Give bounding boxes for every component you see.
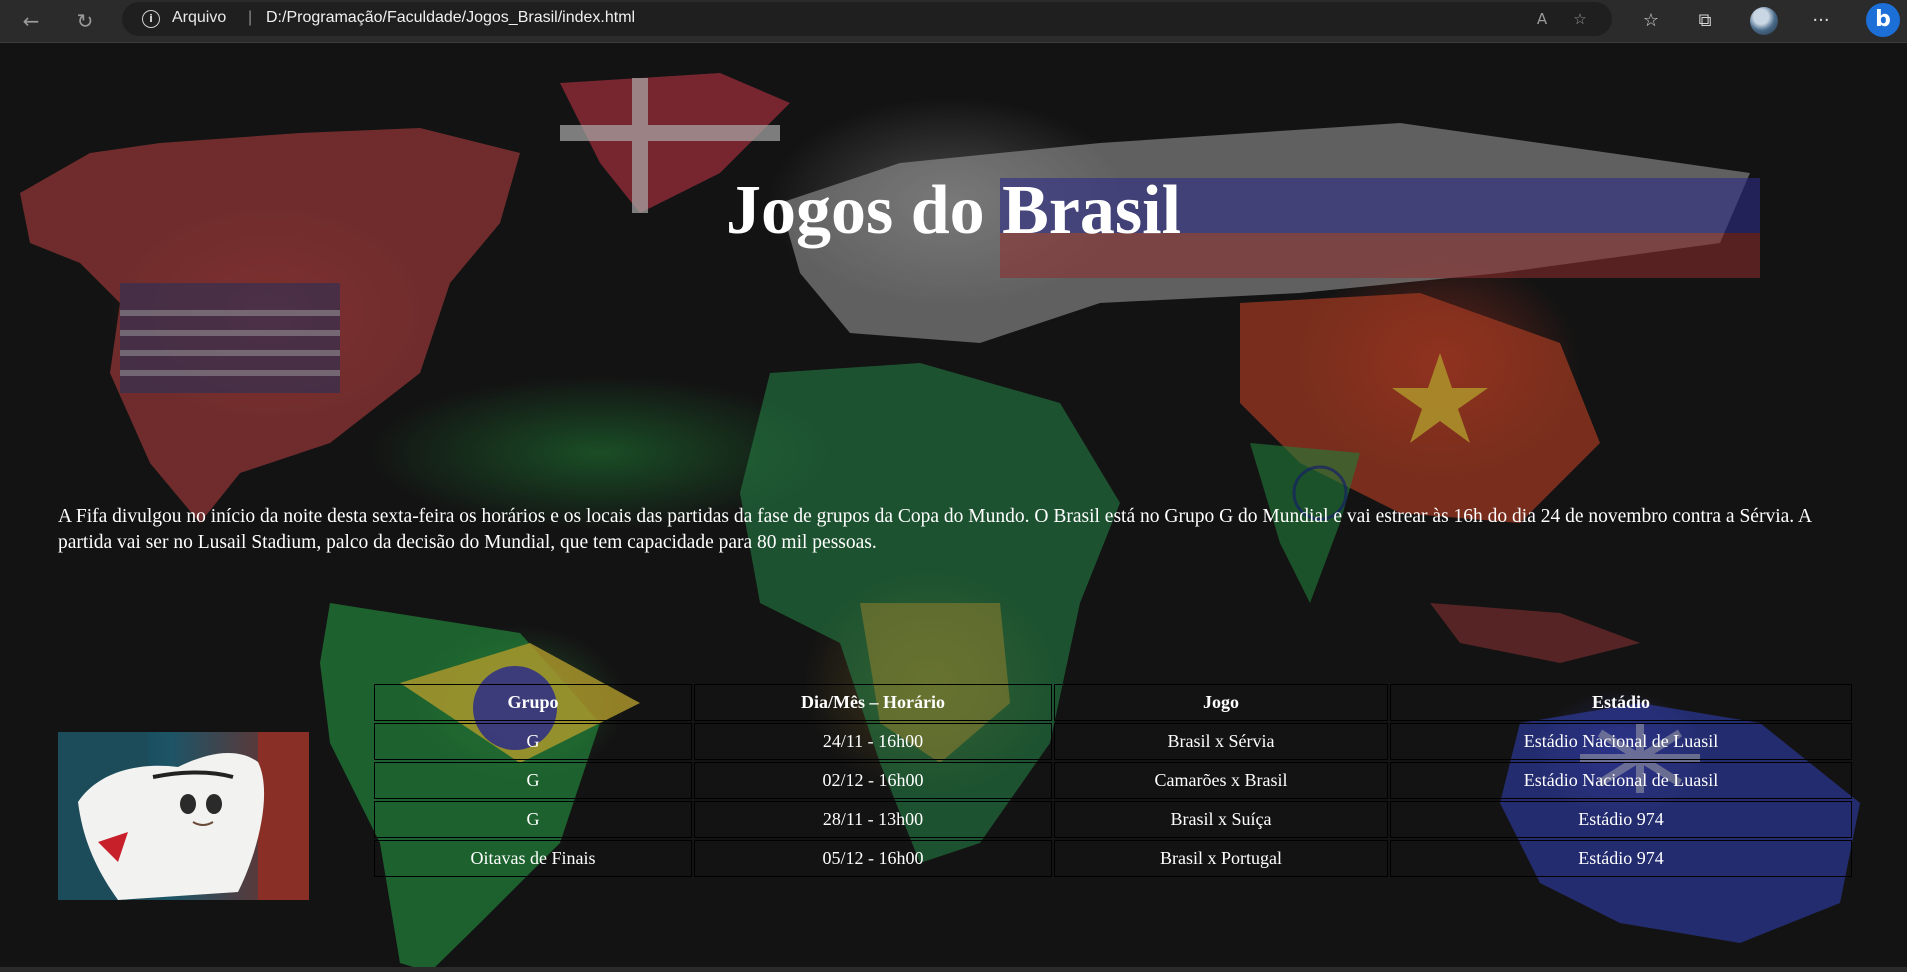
page-body: Jogos do Brasil A Fifa divulgou no iníci… bbox=[0, 43, 1907, 972]
profile-avatar[interactable] bbox=[1750, 7, 1778, 35]
table-row: G 24/11 - 16h00 Brasil x Sérvia Estádio … bbox=[374, 723, 1852, 760]
collections-icon[interactable]: ⧉ bbox=[1690, 6, 1720, 36]
cell-jogo: Brasil x Portugal bbox=[1054, 840, 1388, 877]
cell-dia-horario: 02/12 - 16h00 bbox=[694, 762, 1052, 799]
address-separator: | bbox=[248, 9, 253, 26]
header-dia-mes-horario: Dia/Mês – Horário bbox=[694, 684, 1052, 721]
header-estadio: Estádio bbox=[1390, 684, 1852, 721]
cell-grupo: Oitavas de Finais bbox=[374, 840, 692, 877]
table-header-row: Grupo Dia/Mês – Horário Jogo Estádio bbox=[374, 684, 1852, 721]
refresh-icon[interactable]: ↻ bbox=[70, 6, 100, 36]
page-title: Jogos do Brasil bbox=[725, 172, 1182, 249]
cell-estadio: Estádio 974 bbox=[1390, 801, 1852, 838]
address-bar[interactable]: i Arquivo | D:/Programação/Faculdade/Jog… bbox=[122, 2, 1612, 36]
back-arrow-icon[interactable]: ← bbox=[16, 6, 46, 36]
favorites-icon[interactable]: ☆ bbox=[1636, 6, 1666, 36]
cell-estadio: Estádio 974 bbox=[1390, 840, 1852, 877]
cell-estadio: Estádio Nacional de Luasil bbox=[1390, 762, 1852, 799]
cell-estadio: Estádio Nacional de Luasil bbox=[1390, 723, 1852, 760]
read-aloud-icon[interactable]: A bbox=[1530, 7, 1554, 31]
table-row: G 28/11 - 13h00 Brasil x Suíça Estádio 9… bbox=[374, 801, 1852, 838]
add-favorite-icon[interactable]: ☆ bbox=[1568, 7, 1592, 31]
intro-paragraph: A Fifa divulgou no início da noite desta… bbox=[58, 506, 1811, 553]
bing-icon[interactable]: b bbox=[1866, 3, 1900, 37]
table-row: G 02/12 - 16h00 Camarões x Brasil Estádi… bbox=[374, 762, 1852, 799]
site-scheme-label: Arquivo bbox=[172, 9, 227, 26]
cell-jogo: Brasil x Suíça bbox=[1054, 801, 1388, 838]
header-jogo: Jogo bbox=[1054, 684, 1388, 721]
cell-jogo: Camarões x Brasil bbox=[1054, 762, 1388, 799]
cell-grupo: G bbox=[374, 723, 692, 760]
header-grupo: Grupo bbox=[374, 684, 692, 721]
cell-grupo: G bbox=[374, 801, 692, 838]
url-text[interactable]: D:/Programação/Faculdade/Jogos_Brasil/in… bbox=[266, 9, 635, 27]
games-table: Grupo Dia/Mês – Horário Jogo Estádio G 2… bbox=[372, 682, 1854, 879]
browser-toolbar: ← ↻ i Arquivo | D:/Programação/Faculdade… bbox=[0, 0, 1907, 43]
mascot-photo bbox=[58, 732, 309, 900]
table-row: Oitavas de Finais 05/12 - 16h00 Brasil x… bbox=[374, 840, 1852, 877]
more-icon[interactable]: ··· bbox=[1806, 6, 1836, 36]
cell-jogo: Brasil x Sérvia bbox=[1054, 723, 1388, 760]
window-bottom-border bbox=[0, 967, 1907, 972]
info-icon[interactable]: i bbox=[142, 10, 160, 28]
cell-dia-horario: 24/11 - 16h00 bbox=[694, 723, 1052, 760]
mascot-illustration bbox=[58, 732, 309, 900]
cell-dia-horario: 05/12 - 16h00 bbox=[694, 840, 1052, 877]
cell-grupo: G bbox=[374, 762, 692, 799]
cell-dia-horario: 28/11 - 13h00 bbox=[694, 801, 1052, 838]
